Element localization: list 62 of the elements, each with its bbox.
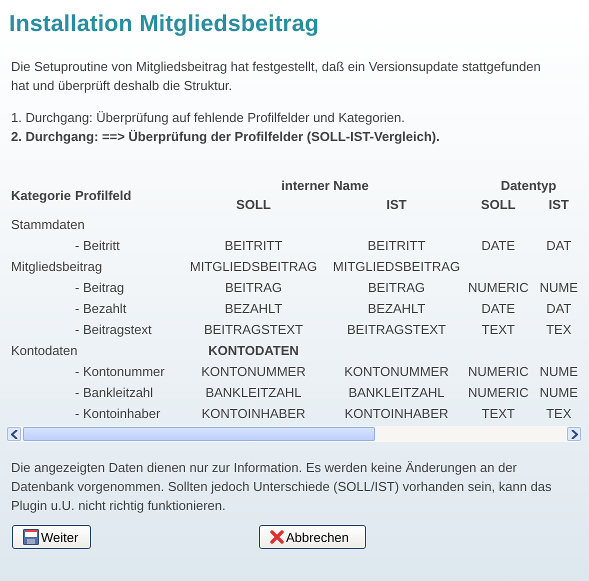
table-cell: BEZAHLT (368, 301, 426, 316)
table-cell: TEXT (482, 322, 515, 337)
category-label: Mitgliedsbeitrag (11, 259, 102, 274)
close-icon (270, 530, 284, 544)
field-label: - Beitritt (75, 238, 120, 253)
scrollbar-thumb[interactable] (23, 427, 375, 441)
table-cell: BEITRITT (368, 238, 426, 253)
table-cell: BANKLEITZAHL (348, 385, 445, 400)
table-cell: NUMERIC (468, 385, 529, 400)
column-header: SOLL (480, 197, 516, 212)
table-cell: KONTOINHABER (202, 406, 306, 421)
column-header: Kategorie (11, 188, 71, 202)
category-label: Stammdaten (11, 217, 85, 232)
chevron-left-icon (10, 430, 18, 438)
field-label: - Beitrag (75, 280, 124, 295)
table-cell: BEITRAGSTEXT (204, 322, 303, 337)
table-cell: KONTONUMMER (201, 364, 306, 379)
intro-text: Die Setuproutine von Mitgliedsbeitrag hat festgestellt, daß ein Versionsupdate stattgefunden hat und überprüft deshalb die Struktur. (11, 58, 542, 95)
table-cell: DAT (546, 301, 572, 316)
scroll-left-button[interactable] (7, 427, 21, 441)
field-label: - Kontonummer (75, 364, 165, 379)
table-cell: NUMERIC (468, 364, 529, 379)
field-label: - Bankleitzahl (75, 385, 154, 400)
next-button[interactable]: Weiter (12, 525, 91, 549)
field-label: - Bezahlt (75, 301, 126, 316)
table-cell: DATE (481, 238, 516, 253)
table-cell: TEX (546, 406, 572, 421)
category-label: Kontodaten (11, 343, 78, 358)
column-header: IST (386, 197, 407, 212)
step-text: 2. Durchgang: ==> Überprüfung der Profilfelder (SOLL-IST-Vergleich). (11, 128, 441, 146)
step-text: 1. Durchgang: Überprüfung auf fehlende Profilfelder und Kategorien. (11, 109, 406, 127)
info-text: Die angezeigten Daten dienen nur zur Information. Es werden keine Änderungen an der Datenbank vorgenommen. Sollten jedoch Unterschiede (SOLL/IST) vorhanden sein, kann das Plugin u.U. nicht richtig funktionieren. (11, 459, 553, 515)
field-label: - Beitragstext (75, 322, 152, 337)
column-header: interner Name (281, 178, 369, 193)
page-title: Installation Mitgliedsbeitrag (9, 10, 320, 37)
table-cell: MITGLIEDSBEITRAG (190, 259, 318, 274)
column-header: Profilfeld (75, 188, 132, 202)
table-cell: DAT (546, 238, 572, 253)
table-cell: KONTOINHABER (344, 406, 448, 421)
table-cell: MITGLIEDSBEITRAG (332, 259, 460, 274)
table-cell: KONTODATEN (208, 343, 299, 358)
table-cell: BANKLEITZAHL (205, 385, 302, 400)
scroll-right-button[interactable] (567, 427, 581, 441)
table-cell: NUME (540, 280, 578, 295)
chevron-right-icon (570, 430, 578, 438)
table-cell: KONTONUMMER (344, 364, 449, 379)
table-cell: TEX (546, 322, 572, 337)
table-cell: NUMERIC (468, 280, 529, 295)
table-cell: TEXT (482, 406, 515, 421)
cancel-button[interactable]: Abbrechen (259, 525, 366, 549)
table-cell: BEITRITT (224, 238, 282, 253)
table-cell: NUME (540, 385, 578, 400)
table-cell: BEITRAG (368, 280, 426, 295)
column-header: SOLL (236, 197, 271, 212)
column-header: IST (548, 197, 569, 212)
column-header: Datentyp (500, 178, 556, 193)
table-cell: BEZAHLT (224, 301, 282, 316)
table-cell: DATE (481, 301, 516, 316)
field-label: - Kontoinhaber (75, 406, 160, 421)
table-cell: BEITRAGSTEXT (347, 322, 446, 337)
table-cell: NUME (540, 364, 578, 379)
table-cell: BEITRAG (224, 280, 282, 295)
